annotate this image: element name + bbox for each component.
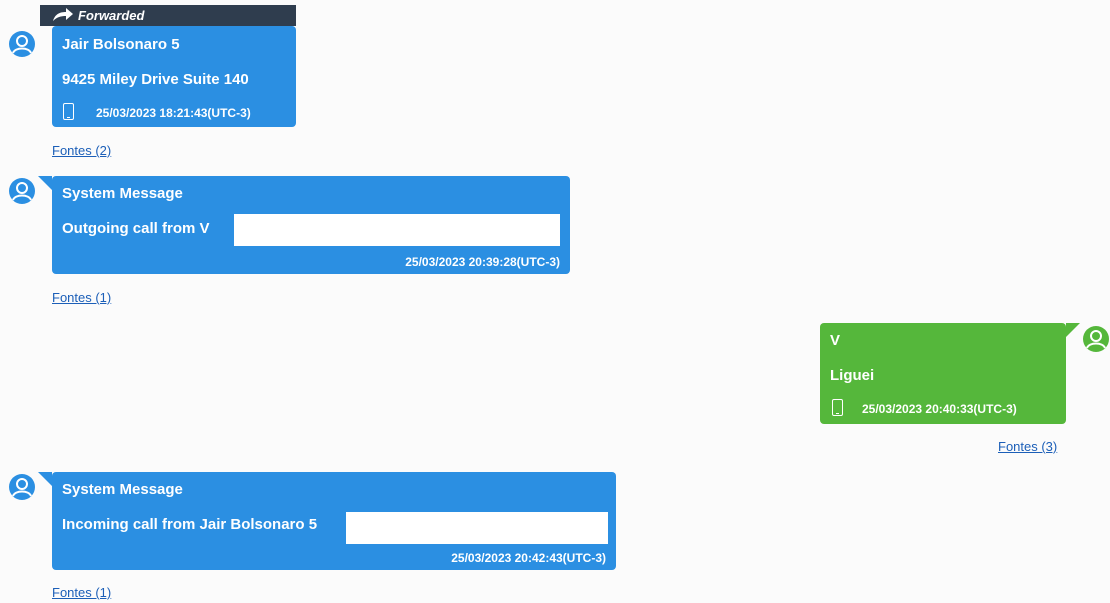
user-avatar-icon	[1083, 326, 1109, 352]
user-avatar-icon	[9, 474, 35, 500]
message-bubble: V Liguei 25/03/2023 20:40:33(UTC-3)	[820, 323, 1080, 424]
forwarded-banner: Forwarded	[40, 5, 296, 26]
bubble-tail	[1066, 323, 1080, 337]
bubble-tail	[38, 472, 52, 486]
message-timestamp: 25/03/2023 18:21:43(UTC-3)	[96, 106, 251, 120]
message-body: Liguei	[830, 367, 875, 384]
bubble-tail	[38, 176, 52, 190]
message-sender: Jair Bolsonaro 5	[62, 36, 180, 53]
message-body: 9425 Miley Drive Suite 140	[62, 71, 249, 88]
redaction-box	[234, 214, 560, 246]
forward-arrow-icon	[53, 8, 73, 21]
sources-link[interactable]: Fontes (3)	[998, 439, 1057, 454]
message-timestamp: 25/03/2023 20:39:28(UTC-3)	[405, 255, 560, 269]
message-sender: V	[830, 332, 841, 349]
mobile-phone-icon	[832, 399, 843, 416]
user-avatar-icon	[9, 31, 35, 57]
mobile-phone-icon	[63, 103, 74, 120]
sources-link[interactable]: Fontes (1)	[52, 585, 111, 600]
forwarded-label: Forwarded	[78, 8, 145, 23]
sources-link[interactable]: Fontes (2)	[52, 143, 111, 158]
redaction-box	[346, 512, 608, 544]
message-sender: System Message	[62, 185, 183, 202]
sources-link[interactable]: Fontes (1)	[52, 290, 111, 305]
message-body: Outgoing call from V	[62, 220, 210, 237]
message-body: Incoming call from Jair Bolsonaro 5	[62, 516, 318, 533]
message-sender: System Message	[62, 481, 183, 498]
message-timestamp: 25/03/2023 20:40:33(UTC-3)	[862, 402, 1017, 416]
system-message-bubble: System Message Outgoing call from V 25/0…	[38, 176, 570, 274]
message-bubble: Jair Bolsonaro 5 9425 Miley Drive Suite …	[52, 26, 296, 127]
system-message-bubble: System Message Incoming call from Jair B…	[38, 472, 616, 570]
message-timestamp: 25/03/2023 20:42:43(UTC-3)	[451, 551, 606, 565]
chat-transcript: Forwarded Jair Bolsonaro 5 9425 Miley Dr…	[0, 0, 1110, 603]
user-avatar-icon	[9, 178, 35, 204]
